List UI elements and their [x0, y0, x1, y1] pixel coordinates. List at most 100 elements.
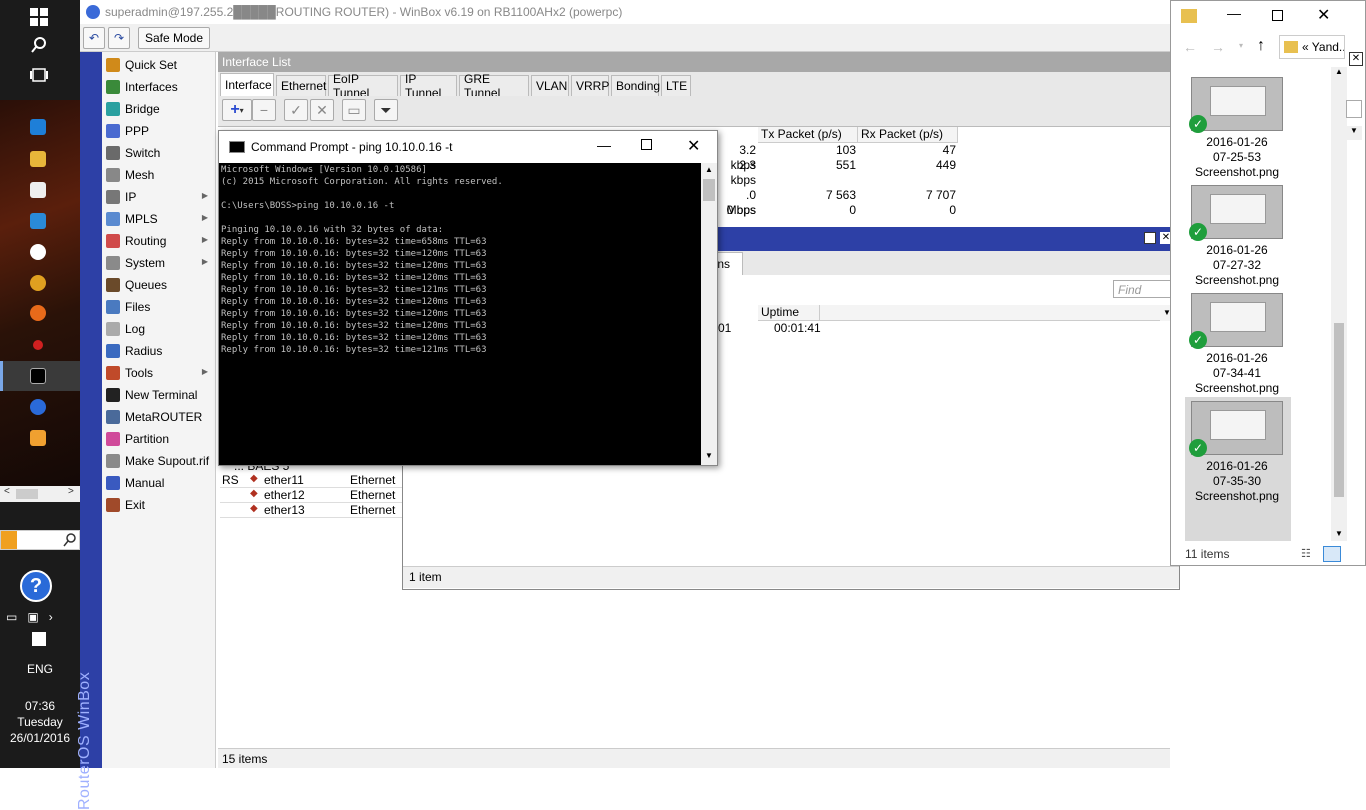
comment-button[interactable]: ▭ — [342, 99, 366, 121]
filter-button[interactable]: ⏷ — [374, 99, 398, 121]
tab-ip-tunnel[interactable]: IP Tunnel — [400, 72, 457, 100]
close-icon[interactable]: ✕ — [1317, 5, 1330, 25]
menu-item-ppp[interactable]: PPP — [102, 120, 216, 142]
cmd-scrollbar[interactable]: ▲ ▼ — [701, 163, 717, 465]
close-icon[interactable]: ✕ — [687, 136, 700, 156]
forward-icon[interactable]: → — [1211, 39, 1225, 55]
menu-item-mpls[interactable]: MPLS ▶ — [102, 208, 216, 230]
menu-item-switch[interactable]: Switch — [102, 142, 216, 164]
menu-item-exit[interactable]: Exit — [102, 494, 216, 516]
maximize-icon[interactable] — [641, 139, 652, 150]
menu-item-routing[interactable]: Routing ▶ — [102, 230, 216, 252]
app-button-4[interactable] — [0, 392, 80, 422]
menu-item-make-supout-rif[interactable]: Make Supout.rif — [102, 450, 216, 472]
address-bar[interactable]: « Yand.. — [1279, 35, 1345, 59]
scroll-up-icon[interactable]: ▲ — [705, 165, 713, 174]
task-view-button[interactable] — [0, 60, 80, 90]
help-icon[interactable]: ? — [20, 570, 52, 602]
menu-item-ip[interactable]: IP ▶ — [102, 186, 216, 208]
tab-gre-tunnel[interactable]: GRE Tunnel — [459, 72, 529, 100]
chevron-right-icon[interactable]: › — [49, 610, 53, 624]
menu-item-bridge[interactable]: Bridge — [102, 98, 216, 120]
network-icon[interactable]: ▣ — [27, 610, 38, 624]
language-indicator[interactable]: ENG — [0, 662, 80, 676]
tab-interface[interactable]: Interface — [220, 73, 274, 96]
chevron-down-icon[interactable]: ▾ — [1239, 41, 1243, 50]
cmd-titlebar[interactable]: Command Prompt - ping 10.10.0.16 -t — ✕ — [219, 131, 717, 163]
tab-eoip-tunnel[interactable]: EoIP Tunnel — [328, 72, 398, 100]
scroll-thumb[interactable] — [703, 179, 715, 201]
tab-vrrp[interactable]: VRRP — [571, 75, 609, 96]
minimize-icon[interactable]: — — [1227, 5, 1241, 21]
battery-icon[interactable]: ▭ — [6, 610, 17, 624]
menu-item-interfaces[interactable]: Interfaces — [102, 76, 216, 98]
tx-packet-header[interactable]: Tx Packet (p/s) — [758, 127, 858, 143]
tab-lte[interactable]: LTE — [661, 75, 691, 96]
store-button[interactable] — [0, 175, 80, 205]
menu-item-system[interactable]: System ▶ — [102, 252, 216, 274]
menu-item-files[interactable]: Files — [102, 296, 216, 318]
file-explorer-window[interactable]: — ✕ ← → ▾ ↑ « Yand.. ✓ 2016-01-26 07-25-53… — [1170, 0, 1366, 566]
scroll-left-icon[interactable]: < — [4, 486, 10, 497]
start-button[interactable] — [0, 2, 80, 32]
notification-icon[interactable] — [32, 632, 46, 646]
chevron-down-icon[interactable]: ▼ — [1346, 126, 1362, 140]
file-explorer-button[interactable] — [0, 144, 80, 174]
maximize-icon[interactable] — [1272, 10, 1283, 21]
menu-item-mesh[interactable]: Mesh — [102, 164, 216, 186]
app-button-3[interactable] — [0, 330, 80, 360]
bing-search-box[interactable] — [0, 530, 80, 550]
add-button[interactable]: + ▾ — [222, 99, 252, 121]
back-icon[interactable]: ← — [1183, 39, 1197, 55]
tab-vlan[interactable]: VLAN — [531, 75, 569, 96]
command-prompt-window[interactable]: Command Prompt - ping 10.10.0.16 -t — ✕ … — [218, 130, 718, 466]
large-icons-view-icon[interactable] — [1323, 546, 1341, 562]
search-button[interactable] — [0, 30, 80, 60]
explorer-scrollbar[interactable]: ▲ ▼ — [1331, 67, 1347, 541]
menu-item-queues[interactable]: Queues — [102, 274, 216, 296]
firefox-button[interactable] — [0, 298, 80, 328]
edge-button[interactable] — [0, 112, 80, 142]
menu-item-partition[interactable]: Partition — [102, 428, 216, 450]
menu-item-quick-set[interactable]: Quick Set — [102, 54, 216, 76]
menu-item-new-terminal[interactable]: New Terminal — [102, 384, 216, 406]
undo-button[interactable]: ↶ — [83, 27, 105, 49]
find-input[interactable]: Find — [1113, 280, 1173, 298]
menu-item-log[interactable]: Log — [102, 318, 216, 340]
menu-item-radius[interactable]: Radius — [102, 340, 216, 362]
table-row[interactable]: ◆ ether13 Ethernet — [220, 503, 402, 518]
scroll-thumb[interactable] — [16, 489, 38, 499]
rx-packet-header[interactable]: Rx Packet (p/s) — [858, 127, 958, 143]
scroll-down-icon[interactable]: ▼ — [1335, 529, 1343, 538]
maximize-icon[interactable] — [1144, 232, 1156, 244]
minimize-icon[interactable]: — — [597, 137, 611, 153]
taskbar-scrollbar[interactable]: < > — [0, 486, 80, 502]
app-button-1[interactable] — [0, 206, 80, 236]
up-icon[interactable]: ↑ — [1257, 37, 1265, 55]
menu-item-metarouter[interactable]: MetaROUTER — [102, 406, 216, 428]
scroll-up-icon[interactable]: ▲ — [1335, 67, 1343, 76]
scroll-thumb[interactable] — [1334, 323, 1344, 497]
details-view-icon[interactable]: ☷ — [1301, 547, 1311, 560]
cmd-taskbar-button[interactable] — [0, 361, 80, 391]
tab-ethernet[interactable]: Ethernet — [276, 75, 326, 96]
close-icon[interactable]: ✕ — [1349, 52, 1363, 66]
app-button-5[interactable] — [0, 423, 80, 453]
table-row[interactable]: RS ◆ ether11 Ethernet — [220, 473, 402, 488]
menu-item-manual[interactable]: Manual — [102, 472, 216, 494]
clock[interactable]: 07:36 Tuesday 26/01/2016 — [0, 698, 80, 746]
uptime-header[interactable]: Uptime — [758, 305, 820, 321]
hp-button[interactable] — [0, 237, 80, 267]
scroll-right-icon[interactable]: > — [68, 486, 74, 497]
scroll-down-icon[interactable]: ▼ — [705, 451, 713, 460]
table-row[interactable]: ◆ ether12 Ethernet — [220, 488, 402, 503]
redo-button[interactable]: ↷ — [108, 27, 130, 49]
side-input[interactable] — [1346, 100, 1362, 118]
menu-item-tools[interactable]: Tools ▶ — [102, 362, 216, 384]
cmd-output[interactable]: Microsoft Windows [Version 10.0.10586] (… — [219, 163, 701, 465]
tab-bonding[interactable]: Bonding — [611, 75, 660, 96]
disable-button[interactable]: ✕ — [310, 99, 334, 121]
safe-mode-button[interactable]: Safe Mode — [138, 27, 210, 49]
enable-button[interactable]: ✓ — [284, 99, 308, 121]
app-button-2[interactable] — [0, 268, 80, 298]
